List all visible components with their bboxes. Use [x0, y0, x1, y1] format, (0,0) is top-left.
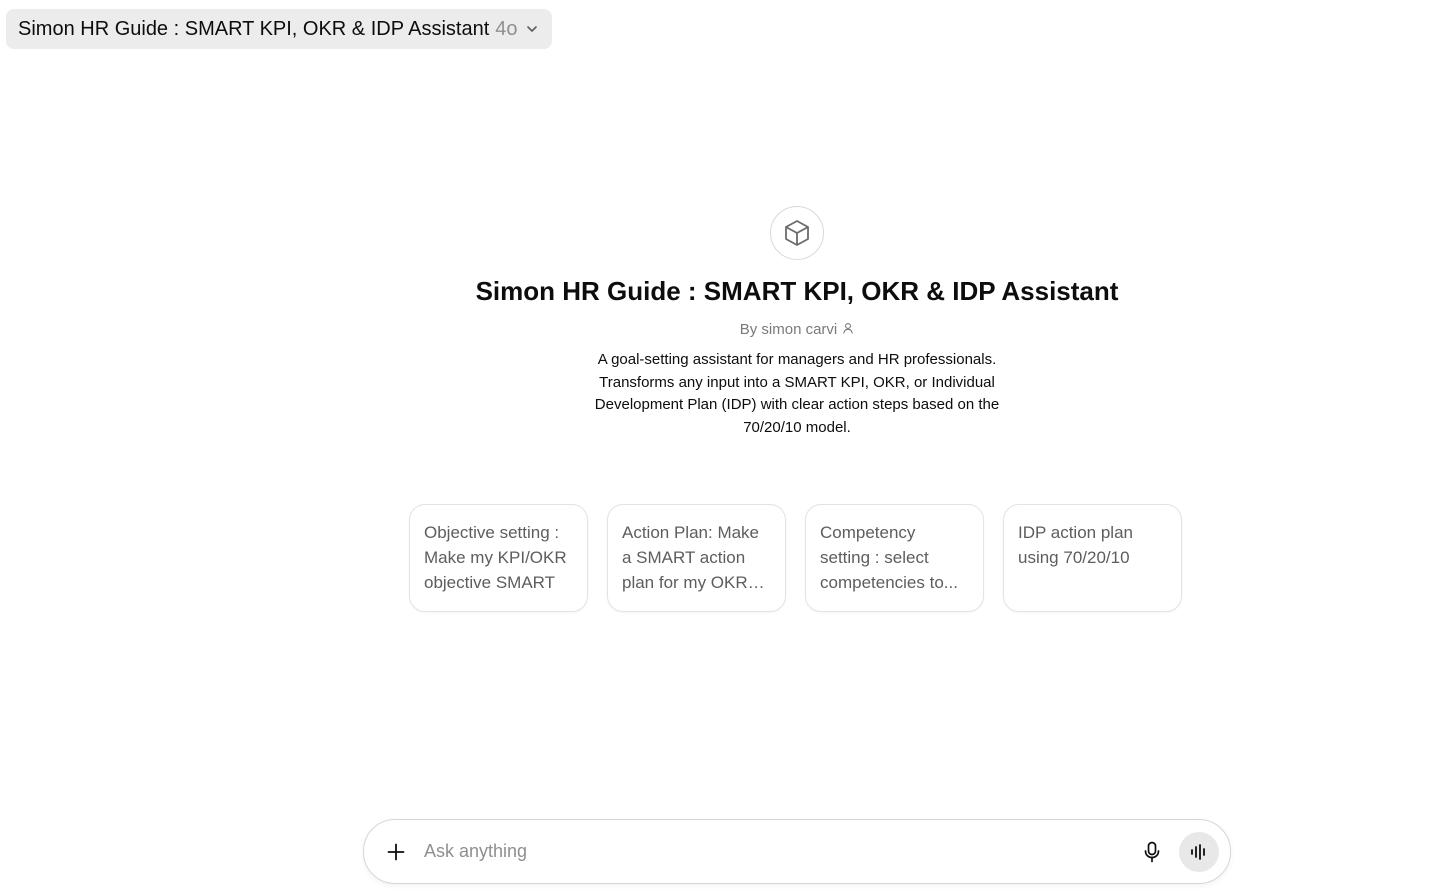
- conversation-starters: Objective setting : Make my KPI/OKR obje…: [409, 504, 1182, 612]
- gpt-hero: Simon HR Guide : SMART KPI, OKR & IDP As…: [0, 206, 1456, 439]
- starter-text: Action Plan: Make a SMART action plan fo…: [622, 523, 760, 592]
- gpt-name: Simon HR Guide : SMART KPI, OKR & IDP As…: [18, 17, 490, 40]
- cube-icon: [770, 206, 824, 260]
- gpt-description: A goal-setting assistant for managers an…: [594, 351, 1000, 436]
- starter-text: IDP action plan using 70/20/10: [1018, 523, 1133, 567]
- starter-text: Objective setting : Make my KPI/OKR obje…: [424, 523, 567, 592]
- microphone-icon[interactable]: [1140, 840, 1164, 864]
- starter-card[interactable]: Objective setting : Make my KPI/OKR obje…: [409, 504, 588, 612]
- starter-card[interactable]: Competency setting : select competencies…: [805, 504, 984, 612]
- voice-waveform-icon[interactable]: [1179, 831, 1219, 872]
- starter-card[interactable]: IDP action plan using 70/20/10: [1003, 504, 1182, 612]
- message-composer: [363, 819, 1231, 884]
- model-version: 4o: [495, 17, 518, 40]
- author-label: By simon carvi: [739, 321, 838, 338]
- message-input[interactable]: [424, 836, 1124, 867]
- starter-card[interactable]: Action Plan: Make a SMART action plan fo…: [607, 504, 786, 612]
- gpt-author: By simon carvi: [740, 321, 855, 338]
- model-selector[interactable]: Simon HR Guide : SMART KPI, OKR & IDP As…: [6, 9, 552, 49]
- starter-text: Competency setting : select competencies…: [820, 523, 958, 592]
- person-icon: [842, 321, 854, 338]
- plus-icon[interactable]: [384, 840, 408, 864]
- chevron-down-icon: [524, 21, 540, 37]
- gpt-title: Simon HR Guide : SMART KPI, OKR & IDP As…: [475, 276, 1119, 306]
